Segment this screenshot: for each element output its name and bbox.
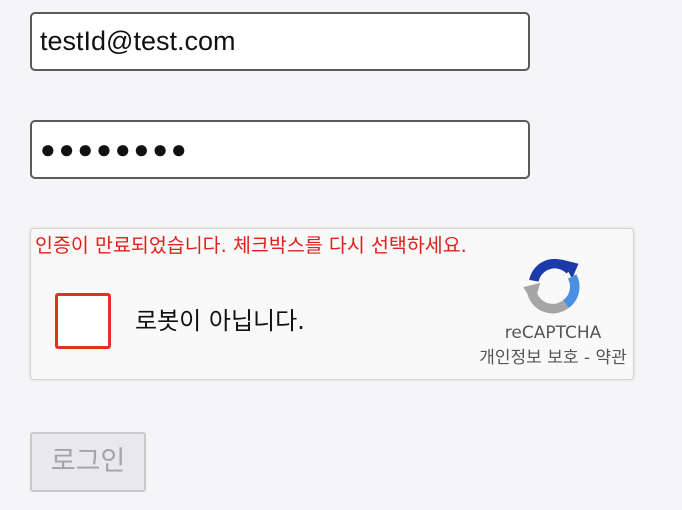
password-field[interactable]: ●●●●●●●● [30, 120, 530, 179]
recaptcha-brand: reCAPTCHA [504, 323, 602, 343]
robot-checkbox-label[interactable]: 로봇이 아닙니다. [135, 306, 305, 336]
robot-checkbox[interactable] [55, 293, 111, 349]
login-page: ●●●●●●●● 인증이 만료되었습니다. 체크박스를 다시 선택하세요. 로봇… [0, 0, 682, 510]
recaptcha-links: 개인정보 보호 - 약관 [479, 347, 627, 369]
recaptcha-logo-icon [523, 258, 580, 314]
email-field[interactable] [30, 12, 530, 71]
recaptcha-widget: 인증이 만료되었습니다. 체크박스를 다시 선택하세요. 로봇이 아닙니다. r… [30, 228, 634, 380]
links-separator: - [578, 348, 596, 368]
login-button[interactable]: 로그인 [30, 432, 146, 492]
privacy-link[interactable]: 개인정보 보호 [479, 348, 578, 368]
captcha-error-message: 인증이 만료되었습니다. 체크박스를 다시 선택하세요. [35, 234, 467, 257]
terms-link[interactable]: 약관 [595, 348, 626, 368]
